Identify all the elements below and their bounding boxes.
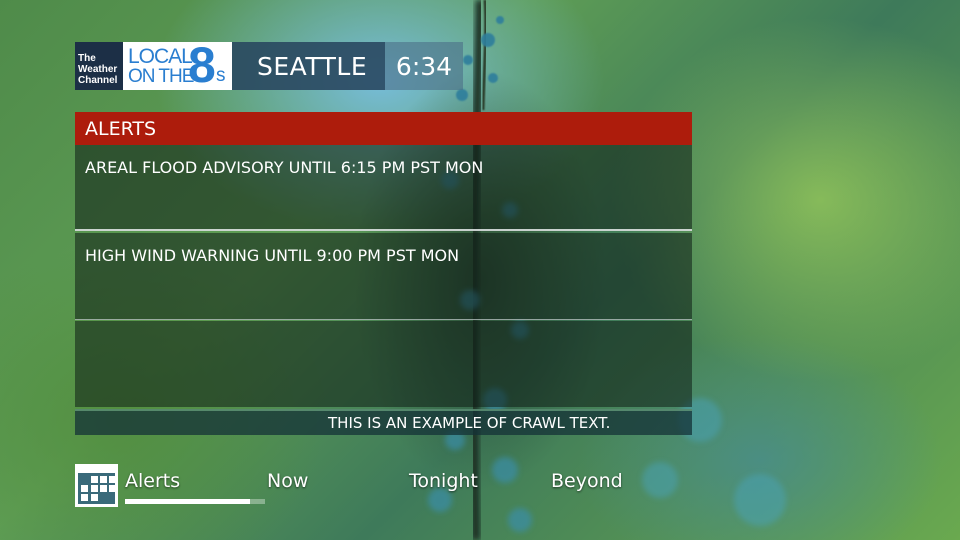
local-on-the-8s-logo: LOCAL ON THE 8 s	[123, 37, 232, 93]
l8-logo-eight: 8	[188, 37, 216, 93]
calendar-icon	[75, 464, 118, 507]
city-name: SEATTLE	[232, 42, 385, 90]
nav-tab-tonight[interactable]: Tonight	[409, 470, 478, 492]
alert-item: AREAL FLOOD ADVISORY UNTIL 6:15 PM PST M…	[75, 145, 692, 231]
current-time: 6:34	[385, 42, 463, 90]
alert-item-empty	[75, 321, 692, 407]
twc-logo-line: Weather	[78, 64, 118, 75]
twc-logo-line: Channel	[78, 75, 118, 86]
header-bar: The Weather Channel LOCAL ON THE 8 s SEA…	[75, 37, 463, 93]
alert-item: HIGH WIND WARNING UNTIL 9:00 PM PST MON	[75, 233, 692, 320]
l8-logo-s: s	[216, 65, 226, 86]
alert-text: HIGH WIND WARNING UNTIL 9:00 PM PST MON	[85, 246, 460, 265]
nav-tab-now[interactable]: Now	[267, 470, 308, 492]
weather-channel-logo: The Weather Channel	[75, 42, 123, 90]
nav-tab-alerts[interactable]: Alerts	[125, 470, 180, 492]
crawl-text: THIS IS AN EXAMPLE OF CRAWL TEXT.	[328, 414, 611, 432]
nav-tab-beyond[interactable]: Beyond	[551, 470, 623, 492]
alert-text: AREAL FLOOD ADVISORY UNTIL 6:15 PM PST M…	[85, 158, 484, 177]
alerts-panel-title: ALERTS	[75, 112, 692, 145]
segment-progress-fill	[125, 499, 250, 504]
segment-progress-track	[125, 499, 265, 504]
twc-logo-line: The	[78, 53, 96, 64]
crawl-ticker: THIS IS AN EXAMPLE OF CRAWL TEXT.	[75, 409, 692, 435]
l8-logo-onthe: ON THE	[128, 66, 194, 87]
